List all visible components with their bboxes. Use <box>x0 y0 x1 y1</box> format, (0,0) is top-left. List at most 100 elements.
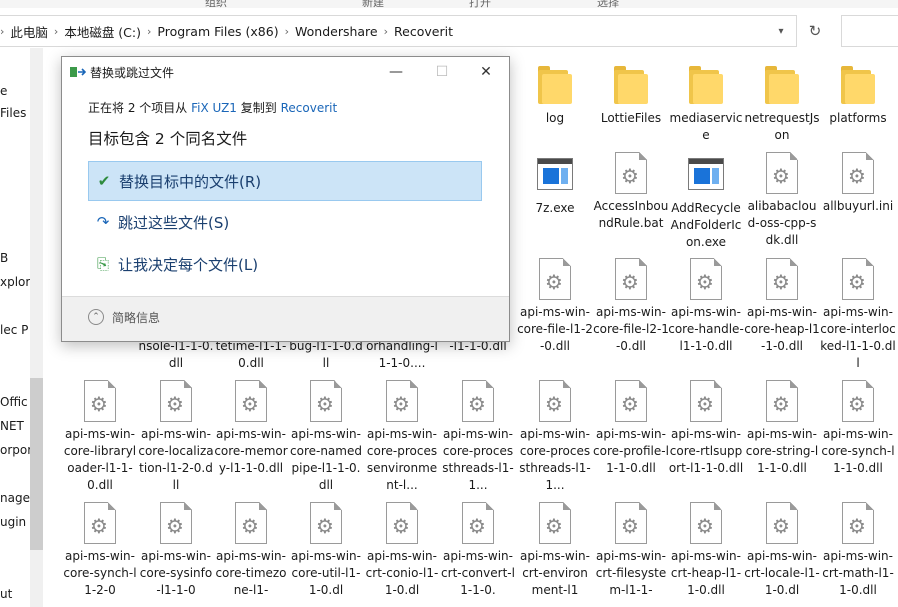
exe-icon <box>688 158 724 190</box>
file-item[interactable]: ⚙ api-ms-win-crt-locale-l1-1-0.dl <box>744 502 820 599</box>
file-item[interactable]: ⚙ api-ms-win-core-processthreads-l1-1... <box>442 380 514 494</box>
file-item[interactable]: ⚙ api-ms-win-core-synch-l1-2-0 <box>63 502 137 599</box>
file-item[interactable]: ⚙ api-ms-win-crt-math-l1-1-0.dll <box>822 502 894 599</box>
close-button[interactable]: ✕ <box>463 57 509 87</box>
file-item[interactable]: ⚙ api-ms-win-core-string-l1-1-0.dll <box>746 380 818 477</box>
search-input[interactable] <box>841 15 898 47</box>
file-item[interactable]: ⚙ api-ms-win-core-localization-l1-2-0.dll <box>138 380 214 494</box>
nav-item[interactable]: ut <box>0 587 12 601</box>
file-item[interactable]: ⚙ alibabacloud-oss-cpp-sdk.dll <box>746 152 818 249</box>
file-item[interactable]: ⚙ api-ms-win-core-timezone-l1- <box>215 502 287 599</box>
minimize-button[interactable]: — <box>373 57 419 87</box>
settings-file-icon: ⚙ <box>615 380 647 422</box>
breadcrumb-this-pc[interactable]: 此电脑 <box>6 22 52 41</box>
folder-item[interactable]: LottieFiles <box>595 62 667 127</box>
ribbon-open[interactable]: 打开 <box>469 0 491 8</box>
settings-file-icon: ⚙ <box>766 502 798 544</box>
file-item[interactable]: tetime-l1-1-0.dll <box>215 338 287 372</box>
settings-file-icon: ⚙ <box>539 380 571 422</box>
settings-file-icon: ⚙ <box>615 502 647 544</box>
settings-file-icon: ⚙ <box>842 380 874 422</box>
destination-folder-link[interactable]: Recoverit <box>281 101 338 115</box>
file-name: api-ms-win-core-rtlsupport-l1-1-0.dll <box>668 427 744 475</box>
file-name: api-ms-win-core-profile-l1-1-0.dll <box>593 427 669 475</box>
ribbon-organize[interactable]: 组织 <box>205 0 227 8</box>
folder-item[interactable]: mediaservice <box>670 62 742 144</box>
nav-item[interactable]: e <box>0 84 7 98</box>
file-item[interactable]: ⚙ api-ms-win-crt-conio-l1-1-0.dl <box>366 502 438 599</box>
file-item[interactable]: ⚙ api-ms-win-core-interlocked-l1-1-0.dll <box>820 258 896 372</box>
folder-item[interactable]: platforms <box>822 62 894 127</box>
file-name: api-ms-win-core-sysinfo-l1-1-0 <box>139 549 213 597</box>
breadcrumb-recoverit[interactable]: Recoverit <box>390 24 457 39</box>
fewer-details-link[interactable]: 简略信息 <box>112 309 160 326</box>
chevron-right-icon[interactable]: › <box>382 25 390 38</box>
breadcrumb: › 此电脑 › 本地磁盘 (C:) › Program Files (x86) … <box>0 16 457 46</box>
nav-item[interactable]: NET <box>0 419 24 433</box>
file-item[interactable]: ⚙ api-ms-win-core-file-l2-1-0.dll <box>593 258 669 355</box>
file-item[interactable]: ⚙ api-ms-win-core-processthreads-l1-1... <box>519 380 591 494</box>
settings-file-icon: ⚙ <box>84 502 116 544</box>
folder-icon <box>841 66 875 106</box>
file-item[interactable]: ⚙ api-ms-win-core-sysinfo-l1-1-0 <box>140 502 212 599</box>
ribbon-select[interactable]: 选择 <box>597 0 619 8</box>
nav-item[interactable]: ugin <box>0 515 26 529</box>
nav-item[interactable]: orpor <box>0 443 32 457</box>
file-name: api-ms-win-crt-locale-l1-1-0.dl <box>744 549 820 597</box>
file-item[interactable]: ⚙ api-ms-win-core-rtlsupport-l1-1-0.dll <box>668 380 744 477</box>
decide-each-file-option[interactable]: ⎘ 让我决定每个文件(L) <box>88 244 482 284</box>
nav-item[interactable]: lec P <box>0 323 28 337</box>
file-item[interactable]: ⚙ api-ms-win-core-handle-l1-1-0.dll <box>668 258 744 355</box>
file-item[interactable]: ⚙ api-ms-win-core-synch-l1-1-0.dll <box>821 380 895 477</box>
ribbon-new[interactable]: 新建 <box>362 0 384 8</box>
file-item[interactable]: ⚙ api-ms-win-crt-environment-l1 <box>519 502 591 599</box>
replace-files-option[interactable]: ✔ 替换目标中的文件(R) <box>88 161 482 201</box>
nav-item[interactable]: nage <box>0 491 30 505</box>
nav-item[interactable]: B <box>0 251 8 265</box>
address-bar[interactable]: › 此电脑 › 本地磁盘 (C:) › Program Files (x86) … <box>0 15 797 47</box>
nav-scrollbar-thumb[interactable] <box>30 378 43 550</box>
skip-files-option[interactable]: ↷ 跳过这些文件(S) <box>88 202 482 242</box>
replace-or-skip-dialog[interactable]: 替换或跳过文件 — ☐ ✕ 正在将 2 个项目从 FiX UZ1 复制到 Rec… <box>61 56 510 342</box>
file-item[interactable]: ⚙ api-ms-win-core-heap-l1-1-0.dll <box>744 258 820 355</box>
file-item[interactable]: orhandling-l1-1-0.... <box>366 338 438 372</box>
chevron-down-icon[interactable]: ▾ <box>766 16 796 46</box>
file-name: platforms <box>829 111 887 125</box>
chevron-right-icon[interactable]: › <box>52 25 60 38</box>
chevron-up-icon[interactable]: ⌃ <box>88 309 104 325</box>
file-item[interactable]: bug-l1-1-0.dll <box>289 338 363 372</box>
chevron-right-icon[interactable]: › <box>283 25 291 38</box>
file-item[interactable]: ⚙ api-ms-win-crt-heap-l1-1-0.dll <box>670 502 742 599</box>
nav-item[interactable]: xplor <box>0 275 30 289</box>
breadcrumb-program-files[interactable]: Program Files (x86) <box>153 24 282 39</box>
file-item[interactable]: nsole-l1-1-0.dll <box>139 338 214 372</box>
file-item[interactable]: ⚙ api-ms-win-core-libraryloader-l1-1-0.dl… <box>64 380 136 494</box>
file-item[interactable]: ⚙ api-ms-win-core-memory-l1-1-0.dll <box>214 380 288 477</box>
file-name: netrequestJson <box>744 111 820 142</box>
file-name: api-ms-win-core-localization-l1-2-0.dll <box>138 427 214 492</box>
file-item[interactable]: ⚙ api-ms-win-core-profile-l1-1-0.dll <box>593 380 669 477</box>
file-item[interactable]: ⚙ api-ms-win-core-namedpipe-l1-1-0.dll <box>290 380 362 494</box>
file-item[interactable]: 7z.exe <box>519 156 591 217</box>
file-item[interactable]: ⚙ api-ms-win-crt-filesystem-l1-1- <box>595 502 667 599</box>
file-item[interactable]: ⚙ AccessInboundRule.bat <box>594 152 668 232</box>
file-name: api-ms-win-core-file-l2-1-0.dll <box>593 305 669 353</box>
folder-item[interactable]: netrequestJson <box>744 62 820 144</box>
file-item[interactable]: ⚙ api-ms-win-core-processenvironment-l... <box>366 380 438 494</box>
folder-item[interactable]: log <box>519 62 591 127</box>
refresh-icon[interactable]: ↻ <box>799 15 831 47</box>
breadcrumb-wondershare[interactable]: Wondershare <box>291 24 382 39</box>
file-item[interactable]: AddRecycleAndFolderIcon.exe <box>670 156 742 251</box>
nav-item[interactable]: Offic <box>0 395 28 409</box>
source-folder-link[interactable]: FiX UZ1 <box>191 101 237 115</box>
file-item[interactable]: ⚙ api-ms-win-crt-convert-l1-1-0. <box>441 502 515 599</box>
chevron-right-icon[interactable]: › <box>145 25 153 38</box>
file-item[interactable]: ⚙ api-ms-win-core-util-l1-1-0.dl <box>290 502 362 599</box>
file-item[interactable]: ⚙ api-ms-win-core-file-l1-2-0.dll <box>517 258 593 355</box>
file-name: bug-l1-1-0.dll <box>289 339 363 370</box>
file-name: api-ms-win-core-processthreads-l1-1... <box>442 427 514 492</box>
nav-item[interactable]: Files <box>0 106 26 120</box>
checkmark-icon: ✔ <box>97 172 111 190</box>
breadcrumb-local-disk[interactable]: 本地磁盘 (C:) <box>60 22 145 41</box>
file-item[interactable]: ⚙ allbuyurl.ini <box>822 152 894 215</box>
